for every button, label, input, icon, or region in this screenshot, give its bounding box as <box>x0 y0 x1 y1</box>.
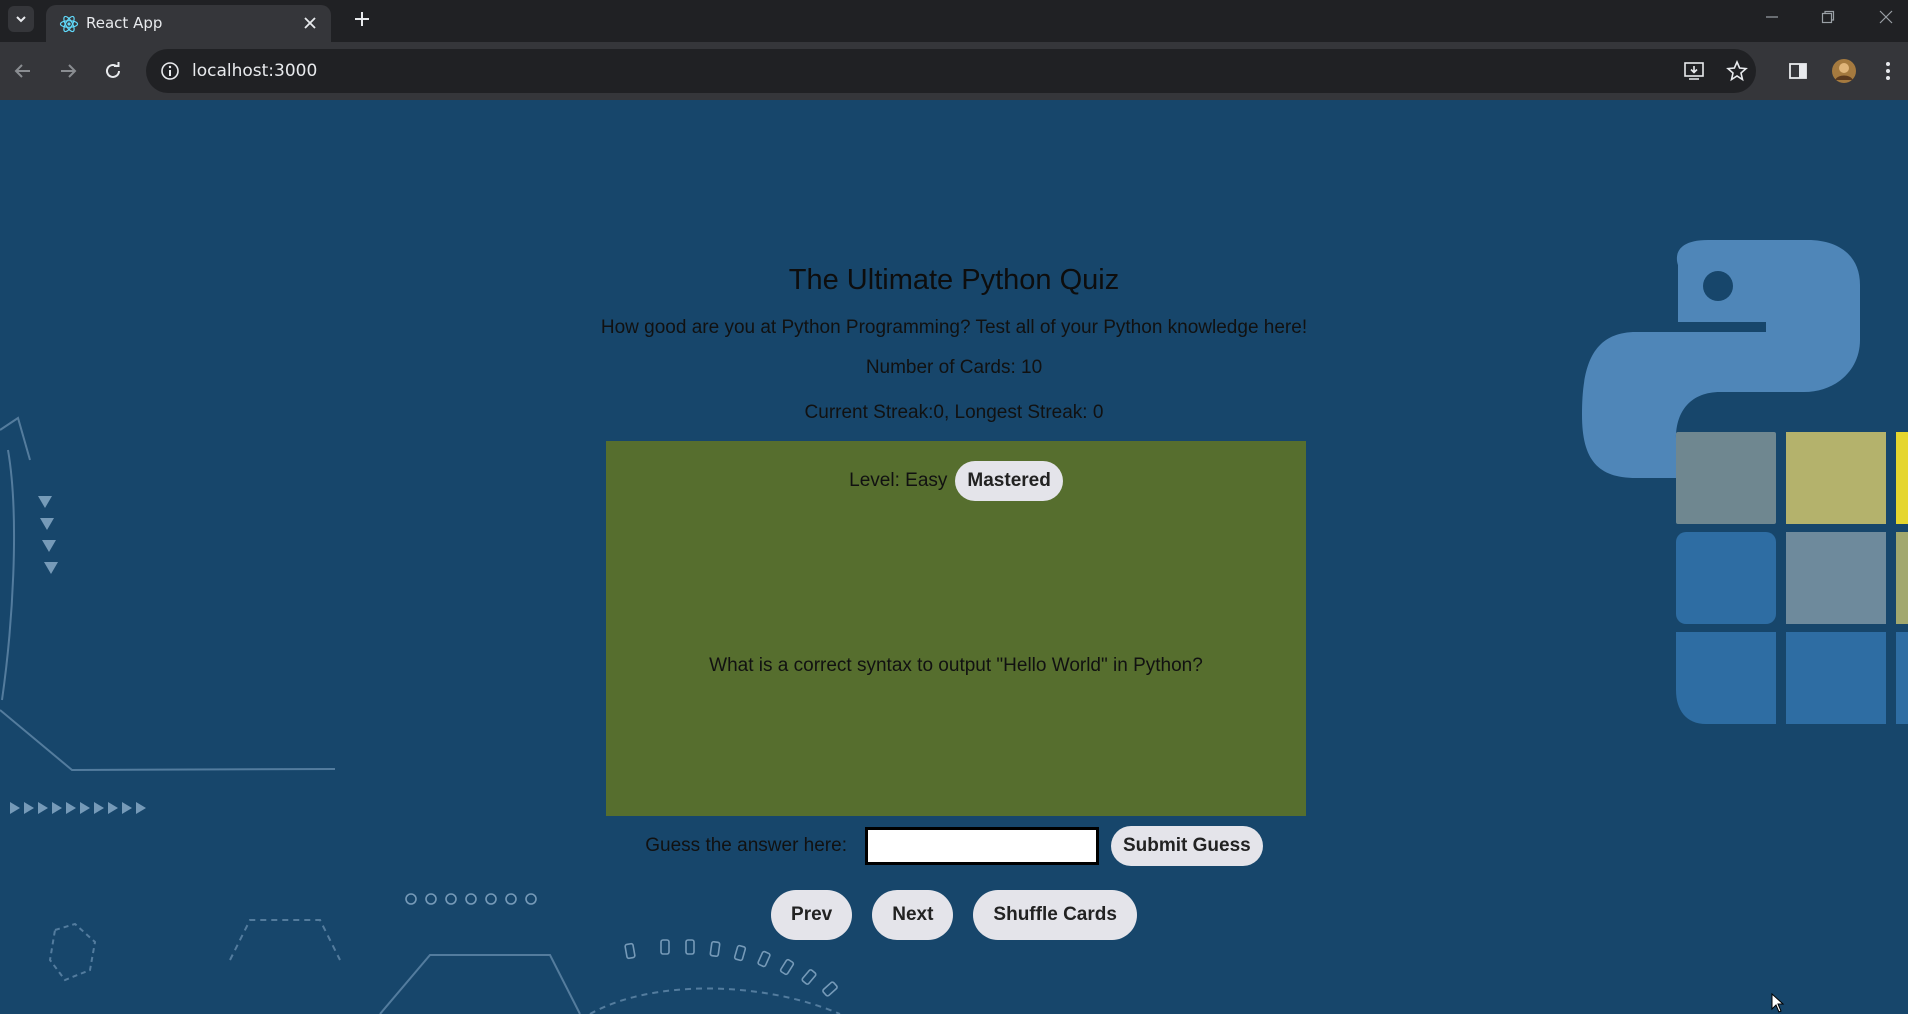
reload-button[interactable] <box>97 55 129 87</box>
side-panel-icon <box>1789 63 1807 79</box>
close-window-button[interactable] <box>1866 4 1906 30</box>
browser-toolbar: localhost:3000 <box>0 42 1908 100</box>
question-text: What is a correct syntax to output "Hell… <box>709 655 1203 676</box>
bookmark-button[interactable] <box>1725 59 1749 83</box>
avatar-icon <box>1832 59 1856 83</box>
react-logo-icon <box>59 15 79 33</box>
next-button[interactable]: Next <box>872 890 954 940</box>
flashcard[interactable]: Level: Easy Mastered What is a correct s… <box>606 441 1306 816</box>
shuffle-cards-button[interactable]: Shuffle Cards <box>973 890 1137 940</box>
submit-guess-button[interactable]: Submit Guess <box>1110 826 1263 866</box>
browser-tab[interactable]: React App <box>46 5 331 42</box>
minimize-icon <box>1766 16 1778 18</box>
browser-tab-strip: React App <box>0 0 1908 42</box>
guess-input[interactable] <box>864 827 1099 865</box>
plus-icon <box>355 12 369 26</box>
address-bar[interactable]: localhost:3000 <box>146 49 1756 93</box>
install-icon <box>1684 62 1704 80</box>
level-row: Level: Easy Mastered <box>606 461 1306 501</box>
prev-button[interactable]: Prev <box>771 890 853 940</box>
site-info-icon[interactable] <box>160 61 180 81</box>
minimize-button[interactable] <box>1752 4 1792 30</box>
page-subtitle: How good are you at Python Programming? … <box>600 317 1308 338</box>
side-panel-button[interactable] <box>1782 55 1814 87</box>
guess-label: Guess the answer here: <box>645 835 847 856</box>
level-label: Level: Easy <box>849 470 948 491</box>
page-viewport: The Ultimate Python Quiz How good are yo… <box>0 100 1908 1014</box>
browser-menu-button[interactable] <box>1872 55 1904 87</box>
reload-icon <box>106 62 120 78</box>
install-app-button[interactable] <box>1682 59 1706 83</box>
back-button[interactable] <box>7 55 39 87</box>
tab-search-button[interactable] <box>8 6 34 32</box>
profile-avatar-button[interactable] <box>1828 55 1860 87</box>
star-icon <box>1726 60 1748 82</box>
url-text[interactable]: localhost:3000 <box>192 61 317 81</box>
more-vertical-icon <box>1886 62 1890 80</box>
arrow-left-icon <box>14 64 30 78</box>
chevron-down-icon <box>16 16 26 23</box>
tab-close-button[interactable] <box>299 12 321 34</box>
new-tab-button[interactable] <box>348 5 376 33</box>
restore-icon <box>1821 10 1835 24</box>
forward-button[interactable] <box>52 55 84 87</box>
card-count-text: Number of Cards: 10 <box>865 357 1043 378</box>
arrow-right-icon <box>61 64 77 78</box>
mastered-button[interactable]: Mastered <box>955 461 1063 501</box>
navigation-row: Prev Next Shuffle Cards <box>0 890 1908 940</box>
streak-text: Current Streak:0, Longest Streak: 0 <box>804 402 1104 423</box>
tab-title: React App <box>86 14 163 32</box>
close-icon <box>304 17 316 29</box>
guess-row: Guess the answer here: Submit Guess <box>0 826 1908 866</box>
close-icon <box>1879 10 1893 24</box>
mouse-cursor-icon <box>1771 993 1785 1013</box>
restore-button[interactable] <box>1808 4 1848 30</box>
page-title: The Ultimate Python Quiz <box>788 264 1120 296</box>
